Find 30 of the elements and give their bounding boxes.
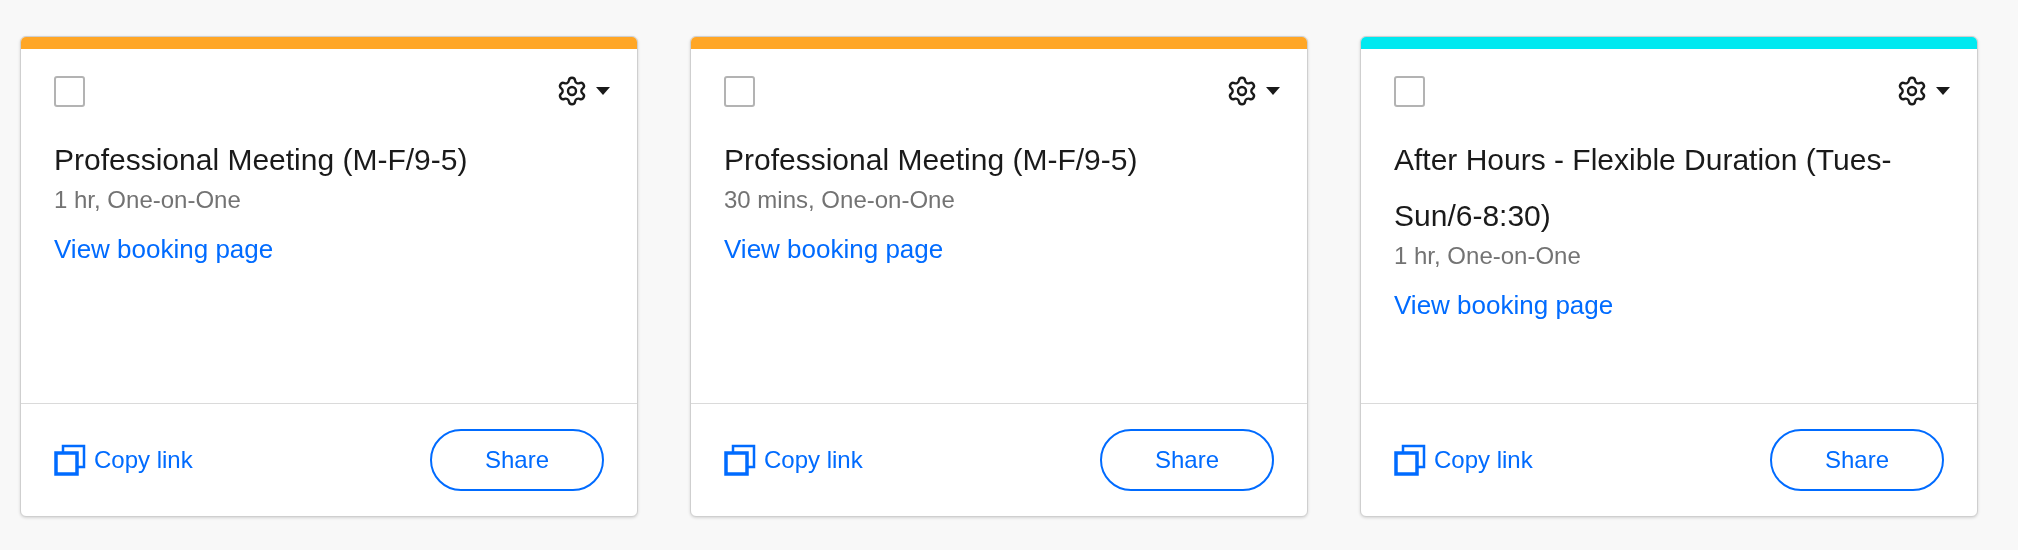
copy-icon [1394,444,1426,476]
event-title: Professional Meeting (M-F/9-5) [724,142,1139,178]
event-details: 1 hr, One-on-One [54,185,242,215]
caret-icon [1936,87,1950,95]
share-button[interactable]: Share [1770,429,1944,491]
settings-icon [1896,75,1928,107]
settings-icon [556,75,588,107]
share-button[interactable]: Share [1100,429,1274,491]
select-checkbox[interactable] [724,75,755,107]
settings-menu-button[interactable] [1896,75,1950,107]
select-checkbox[interactable] [54,75,85,107]
view-booking-link[interactable]: View booking page [54,232,274,266]
share-button[interactable]: Share [430,429,604,491]
copy-link-button[interactable]: Copy link [54,442,193,478]
event-details: 30 mins, One-on-One [724,185,956,215]
select-checkbox[interactable] [1394,75,1425,107]
event-title: Professional Meeting (M-F/9-5) [54,142,469,178]
settings-menu-button[interactable] [1226,75,1280,107]
view-booking-link[interactable]: View booking page [1394,288,1614,322]
view-booking-link[interactable]: View booking page [724,232,944,266]
settings-icon [1226,75,1258,107]
copy-icon [54,444,86,476]
event-details: 1 hr, One-on-One [1394,241,1582,271]
event-title: After Hours - Flexible Duration (Tues-Sun/6-8:30) [1394,142,1893,234]
caret-icon [596,87,610,95]
caret-icon [1266,87,1280,95]
copy-icon [724,444,756,476]
settings-menu-button[interactable] [556,75,610,107]
copy-link-button[interactable]: Copy link [724,442,863,478]
copy-link-button[interactable]: Copy link [1394,442,1533,478]
